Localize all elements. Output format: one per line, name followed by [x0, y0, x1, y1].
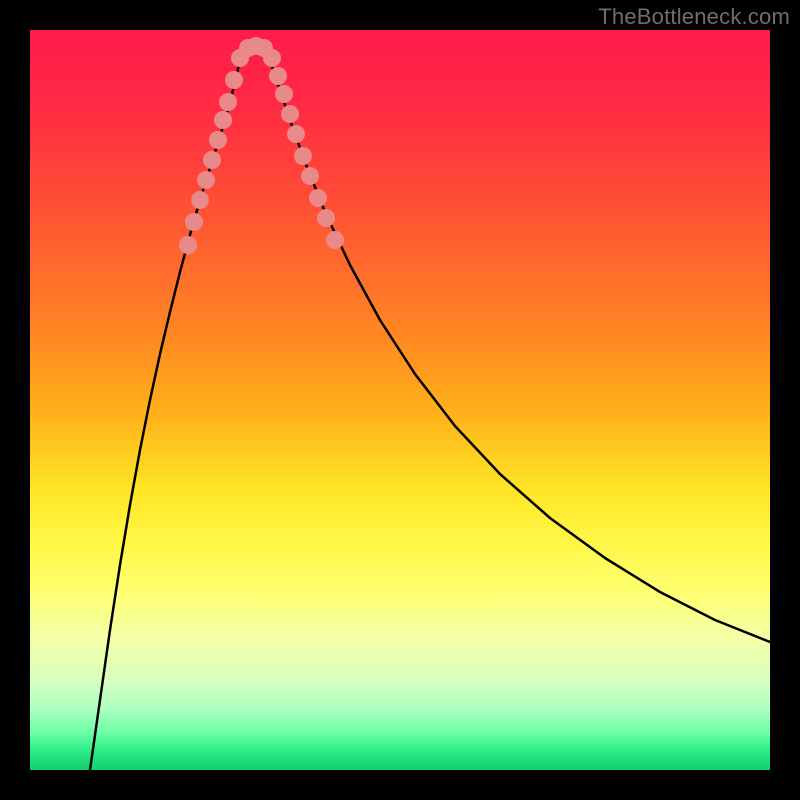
chart-frame: TheBottleneck.com	[0, 0, 800, 800]
highlight-dot	[209, 131, 227, 149]
highlight-dot	[287, 125, 305, 143]
highlight-dot	[191, 191, 209, 209]
curve-chart	[30, 30, 770, 770]
highlight-dot	[185, 213, 203, 231]
bottleneck-curve	[90, 46, 770, 770]
highlight-dot	[269, 67, 287, 85]
highlight-dot	[214, 111, 232, 129]
highlight-dot	[197, 171, 215, 189]
highlight-dot	[294, 147, 312, 165]
highlight-dot	[317, 209, 335, 227]
plot-area	[30, 30, 770, 770]
highlight-dot	[225, 71, 243, 89]
highlight-dot	[179, 236, 197, 254]
watermark-text: TheBottleneck.com	[598, 4, 790, 30]
highlight-dot	[281, 105, 299, 123]
highlight-dot	[301, 167, 319, 185]
highlight-dot	[326, 231, 344, 249]
highlight-dot	[219, 93, 237, 111]
highlight-dot	[263, 49, 281, 67]
highlight-dot	[275, 85, 293, 103]
highlight-dot	[203, 151, 221, 169]
highlight-dot	[309, 189, 327, 207]
